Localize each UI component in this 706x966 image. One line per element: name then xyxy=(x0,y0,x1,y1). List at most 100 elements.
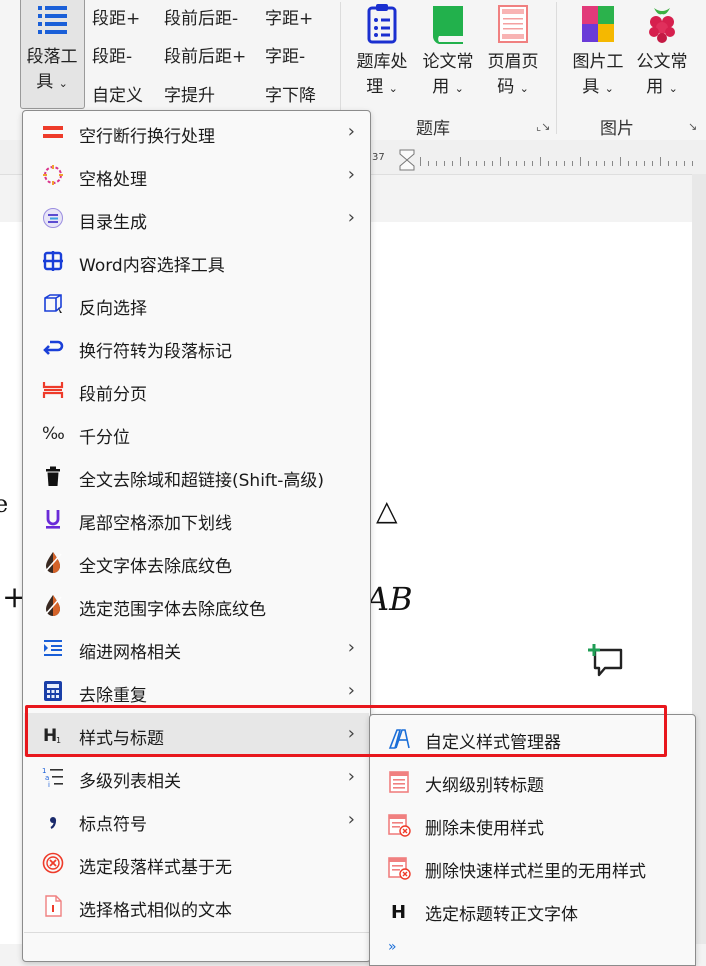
menu-item[interactable]: 1 a i 多级列表相关 › xyxy=(24,756,369,799)
image-tool-button[interactable]: 图片工 具 ⌄ xyxy=(568,2,628,101)
before-after-spacing-minus-button[interactable]: 段前后距- xyxy=(164,4,238,29)
header-footer-button[interactable]: 页眉页 码 ⌄ xyxy=(483,2,543,101)
menu-item[interactable]: 全文去除域和超链接(Shift-高级) xyxy=(24,455,369,498)
custom-button[interactable]: 自定义 xyxy=(92,81,143,106)
submenu-item-label: 选定标题转正文字体 xyxy=(425,905,578,925)
shading-drop-icon xyxy=(42,551,64,573)
menu-item[interactable]: 去除重复 › xyxy=(24,670,369,713)
menu-item[interactable]: 目录生成 › xyxy=(24,197,369,240)
ruler-tick xyxy=(452,161,453,166)
char-spacing-plus-button[interactable]: 字距+ xyxy=(265,4,313,29)
image-group-label: 图片 xyxy=(600,119,634,139)
return-arrow-icon xyxy=(42,336,64,358)
svg-text:‰: ‰ xyxy=(42,424,64,444)
question-bank-label-2: 理 ⌄ xyxy=(366,77,398,97)
menu-item[interactable]: 选择格式相似的文本 xyxy=(24,885,369,928)
ruler-tick xyxy=(668,161,669,166)
menu-item[interactable]: ‰ 千分位 xyxy=(24,412,369,455)
add-comment-icon[interactable] xyxy=(585,642,625,678)
chevron-down-icon: ⌄ xyxy=(604,82,614,95)
menu-divider xyxy=(24,932,369,933)
trash-icon xyxy=(42,465,64,487)
para-spacing-minus-button[interactable]: 段距- xyxy=(92,42,132,67)
submenu-item[interactable]: 删除快速样式栏里的无用样式 xyxy=(371,846,694,889)
ruler-tick xyxy=(444,161,445,166)
ruler-tick xyxy=(692,161,693,166)
submenu-item[interactable]: 大纲级别转标题 xyxy=(371,760,694,803)
menu-item[interactable]: 尾部空格添加下划线 xyxy=(24,498,369,541)
multilevel-list-icon: 1ai xyxy=(42,766,64,788)
menu-item[interactable]: 标点符号 › xyxy=(24,799,369,842)
raise-char-button[interactable]: 字提升 xyxy=(164,81,215,106)
menu-item[interactable]: H 1 样式与标题 › xyxy=(24,713,369,756)
delete-doc-icon xyxy=(387,856,411,880)
submenu-item[interactable]: 删除未使用样式 xyxy=(371,803,694,846)
menu-item[interactable]: 段前分页 xyxy=(24,369,369,412)
menu-item-label: 尾部空格添加下划线 xyxy=(79,514,232,534)
indent-marker-icon[interactable] xyxy=(396,148,418,172)
dialog-launcher-icon[interactable]: ↘ xyxy=(688,120,697,133)
doc-triangle: △ xyxy=(376,494,398,527)
lower-char-button[interactable]: 字下降 xyxy=(265,81,316,106)
double-chevron-icon: » xyxy=(388,939,397,955)
menu-item[interactable]: 空行断行换行处理 › xyxy=(24,111,369,154)
menu-item-label: 空格处理 xyxy=(79,170,147,190)
paragraph-lines-icon xyxy=(38,6,67,34)
paragraph-tool-group[interactable]: 段落工 具 ⌄ xyxy=(20,0,84,96)
submenu-item[interactable]: H 选定标题转正文字体 xyxy=(371,889,694,932)
header-footer-label-2: 码 ⌄ xyxy=(497,77,529,97)
menu-item[interactable]: 空格处理 › xyxy=(24,154,369,197)
official-doc-button[interactable]: 公文常 用 ⌄ xyxy=(632,2,692,101)
ruler-tick xyxy=(588,161,589,166)
paragraph-tool-menu: 空行断行换行处理 › 空格处理 › 目录生成 › Word内容选择工具反向选择 换行符转为段落… xyxy=(22,110,371,962)
image-tool-label-1: 图片工 xyxy=(572,52,624,72)
green-book-icon xyxy=(432,6,463,44)
page-header-icon xyxy=(498,5,528,43)
svg-text:1: 1 xyxy=(56,736,61,745)
menu-item-label: 全文去除域和超链接(Shift-高级) xyxy=(79,471,325,491)
shading-drop-icon xyxy=(42,594,64,616)
paper-common-button[interactable]: 论文常 用 ⌄ xyxy=(418,2,478,101)
style-manager-icon xyxy=(387,727,411,751)
para-spacing-plus-button[interactable]: 段距+ xyxy=(92,4,140,29)
color-grid-icon xyxy=(582,6,614,42)
ruler-tick xyxy=(436,161,437,166)
before-after-spacing-plus-button[interactable]: 段前后距+ xyxy=(164,42,246,67)
menu-item[interactable]: 反向选择 xyxy=(24,283,369,326)
menu-item[interactable]: 全文字体去除底纹色 xyxy=(24,541,369,584)
menu-item-label: Word内容选择工具 xyxy=(79,256,225,276)
ruler-tick xyxy=(564,161,565,166)
menu-item[interactable]: 缩进网格相关 › xyxy=(24,627,369,670)
ruler-tick xyxy=(572,161,573,166)
official-doc-label-2: 用 ⌄ xyxy=(646,77,678,97)
menu-item[interactable]: 换行符转为段落标记 xyxy=(24,326,369,369)
ruler-tick xyxy=(548,161,549,166)
submenu-item[interactable]: 自定义样式管理器 xyxy=(371,717,694,760)
submenu-item-label: 删除快速样式栏里的无用样式 xyxy=(425,862,646,882)
chevron-right-icon: › xyxy=(347,766,355,787)
menu-item-label: 全文字体去除底纹色 xyxy=(79,557,232,577)
char-spacing-minus-button[interactable]: 字距- xyxy=(265,42,305,67)
menu-item-label: 多级列表相关 xyxy=(79,772,181,792)
doc-select-icon xyxy=(42,895,64,917)
menu-item[interactable]: Word内容选择工具 xyxy=(24,240,369,283)
underline-icon xyxy=(42,508,64,530)
question-bank-group-label: 题库 xyxy=(416,119,450,139)
chevron-right-icon: › xyxy=(347,121,355,142)
chevron-down-icon: ⌄ xyxy=(668,82,678,95)
ruler-tick xyxy=(604,161,605,166)
doc-ab: AB xyxy=(366,580,413,618)
dialog-launcher-icon[interactable]: ⌞↘ xyxy=(536,120,550,133)
ruler-tick xyxy=(636,161,637,166)
submenu-item-label: 删除未使用样式 xyxy=(425,819,544,839)
chevron-right-icon: › xyxy=(347,164,355,185)
dedupe-icon xyxy=(42,680,64,702)
menu-item[interactable]: 选定段落样式基于无 xyxy=(24,842,369,885)
ruler-tick xyxy=(428,161,429,166)
question-bank-button[interactable]: 题库处 理 ⌄ xyxy=(352,2,412,101)
circle-x-icon xyxy=(42,852,64,874)
menu-item[interactable]: 选定范围字体去除底纹色 xyxy=(24,584,369,627)
ruler-number: 37 xyxy=(372,152,385,163)
svg-text:i: i xyxy=(48,781,50,788)
svg-text:H: H xyxy=(391,902,406,923)
